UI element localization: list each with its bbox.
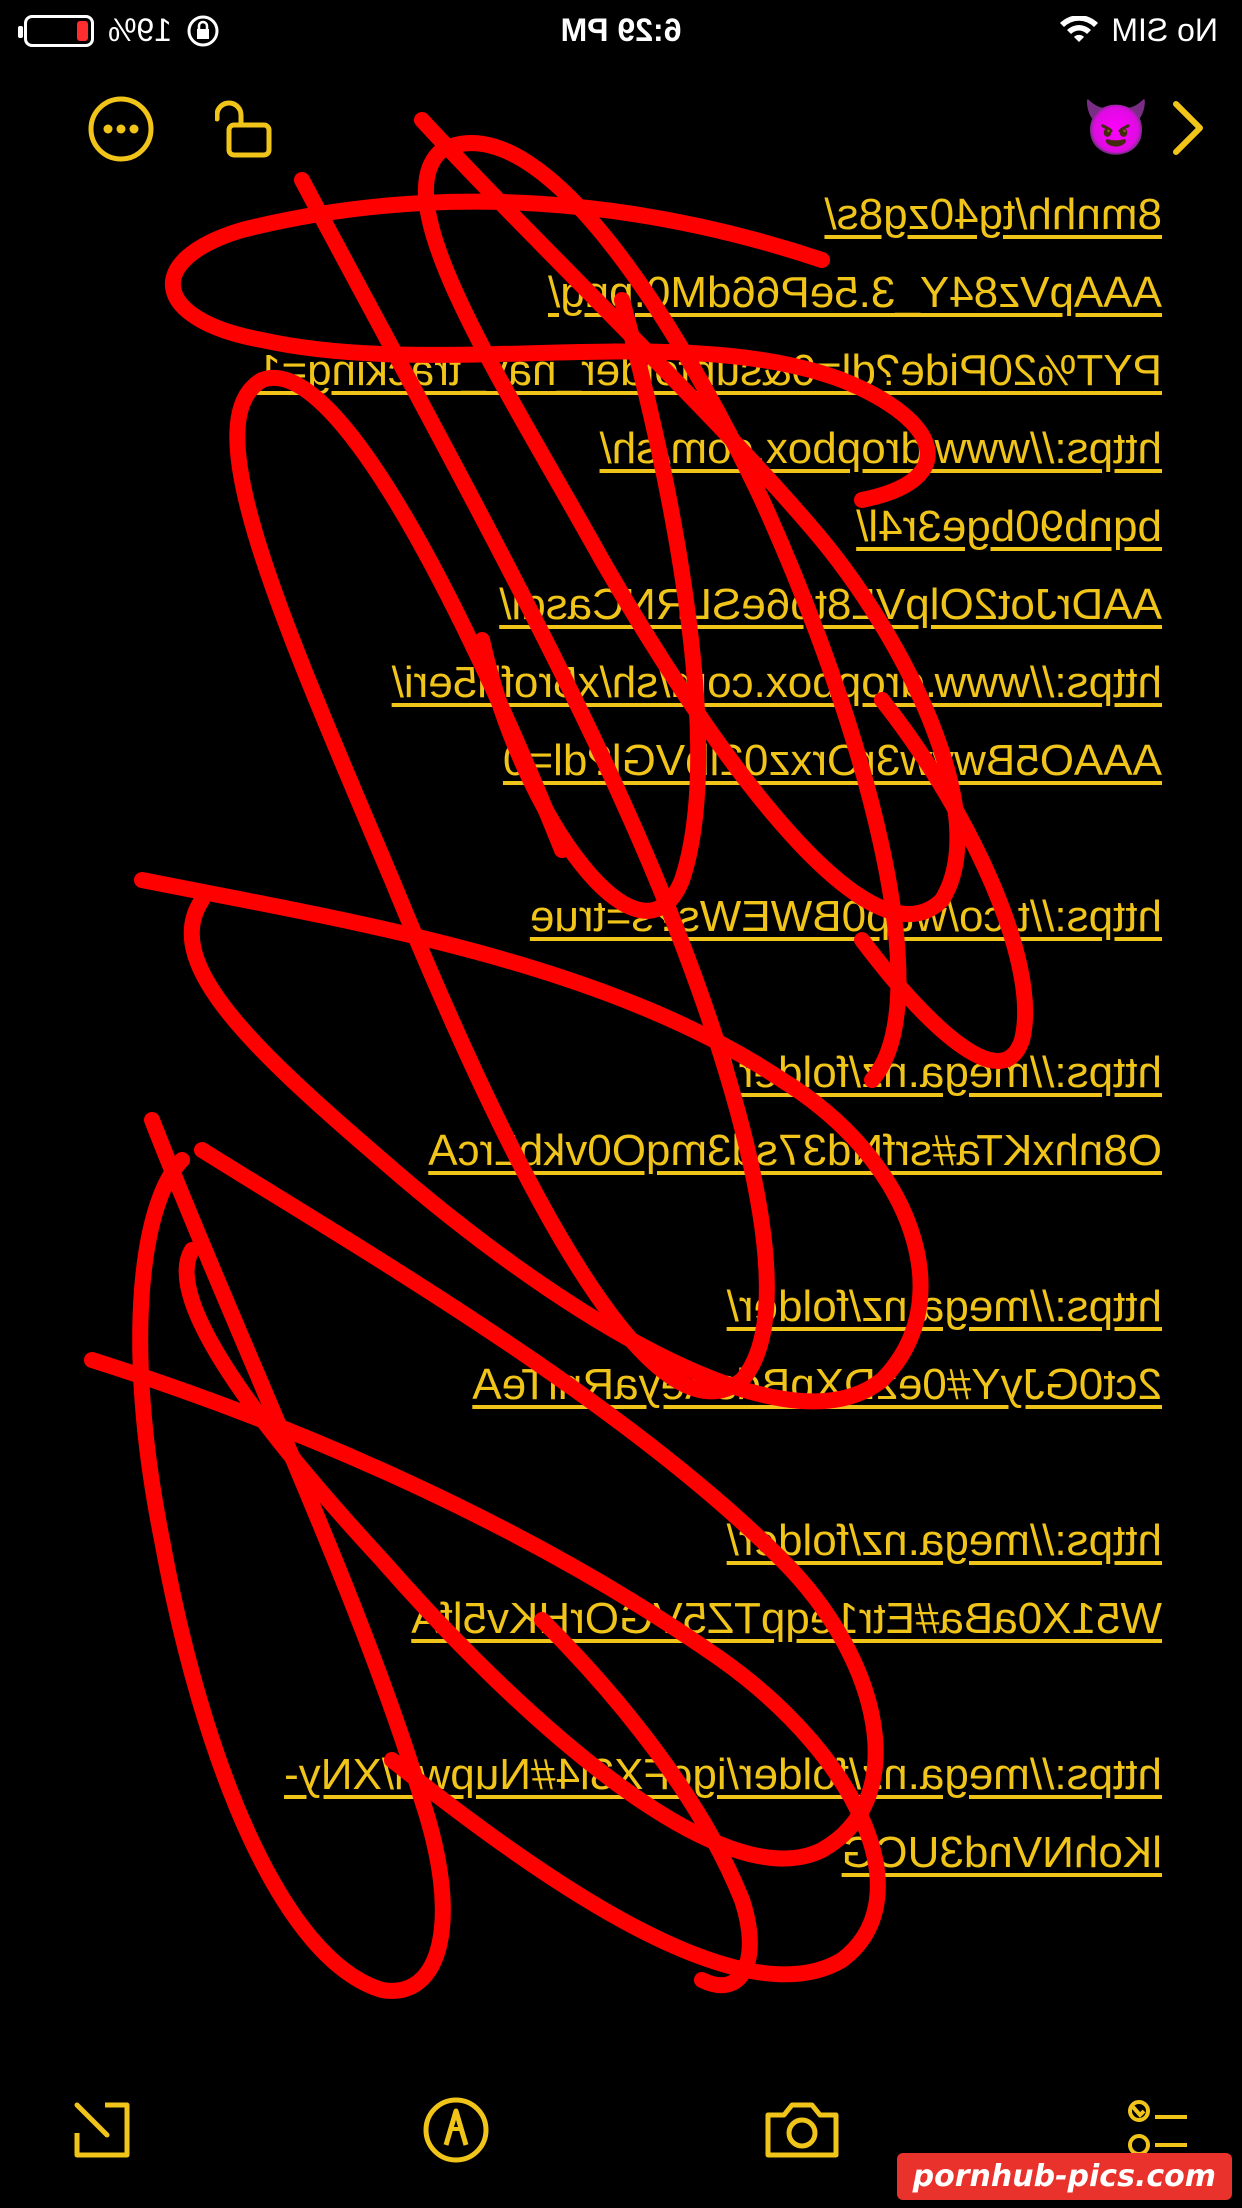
note-link-line[interactable]: lKohNVnd3UCG: [52, 1814, 1162, 1892]
status-bar: No SIM 6:29 PM 19%: [0, 0, 1242, 60]
note-link-text[interactable]: AAAO5Bwvw3rOrxz02lbVGl?dl=0: [503, 736, 1162, 785]
note-link-text[interactable]: https://t.co/wup0BWEWs?s=true: [530, 892, 1162, 941]
emoji-icon: 😈: [1082, 98, 1150, 158]
note-link-line[interactable]: AAApVz84Y_3.5eP66dM0.png/: [52, 254, 1162, 332]
chevron-back-icon[interactable]: [1164, 96, 1212, 160]
note-link-text[interactable]: https://mega.nz/folder/: [727, 1282, 1162, 1331]
note-link-text[interactable]: bqnb90bge3r4l/: [856, 502, 1162, 551]
note-link-line[interactable]: W51X0aBa#Etr1eqpTZ5VGOrHKv5lfA: [52, 1580, 1162, 1658]
note-link-line[interactable]: https://t.co/wup0BWEWs?s=true: [52, 878, 1162, 956]
note-link-line[interactable]: O8nhxKTa#srfNd37sd3mqO0vkbLrcA: [52, 1112, 1162, 1190]
note-link-line[interactable]: 2ct0GJyY#0ezDXpBdsAeyaRnlTeA: [52, 1346, 1162, 1424]
note-link-line[interactable]: https://www.dropbox.com/sh/x5rofh5eri/: [52, 644, 1162, 722]
lock-icon[interactable]: [212, 94, 282, 164]
note-link-line[interactable]: https://mega.nz/folder/: [52, 1970, 1162, 1976]
camera-icon[interactable]: [762, 2090, 842, 2170]
note-link-text[interactable]: 8mnhh/tg40zg8s/: [824, 190, 1162, 239]
note-blank-line: [52, 1892, 1162, 1970]
note-blank-line: [52, 956, 1162, 1034]
note-link-line[interactable]: https://mega.nz/folder/: [52, 1268, 1162, 1346]
more-icon[interactable]: [86, 94, 156, 164]
watermark-label: pornhub-pics.com: [896, 2153, 1232, 2200]
note-link-text[interactable]: AAApVz84Y_3.5eP66dM0.png/: [548, 268, 1162, 317]
note-link-text[interactable]: lKohNVnd3UCG: [842, 1828, 1162, 1877]
note-link-line[interactable]: https://mega.nz/folder/: [52, 1502, 1162, 1580]
note-blank-line: [52, 1424, 1162, 1502]
battery-percent: 19%: [108, 12, 173, 48]
compose-icon[interactable]: [62, 2090, 142, 2170]
note-link-line[interactable]: PYT%20Pide?dl=0&subfolder_nav_tracking=1: [52, 332, 1162, 410]
note-link-text[interactable]: https://www.dropbox.com/sh/: [600, 424, 1162, 473]
note-link-line[interactable]: AADrJot2OlpVL8tp6eSLRNCasdl/: [52, 566, 1162, 644]
note-link-text[interactable]: W51X0aBa#Etr1eqpTZ5VGOrHKv5lfA: [411, 1594, 1162, 1643]
note-link-line[interactable]: https://mega.nz/folder/igcFX3l4#Nupwh/XN…: [52, 1736, 1162, 1814]
note-blank-line: [52, 1658, 1162, 1736]
note-link-text[interactable]: O8nhxKTa#srfNd37sd3mqO0vkbLrcA: [428, 1126, 1162, 1175]
note-link-line[interactable]: https://mega.nz/folder/: [52, 1034, 1162, 1112]
note-link-text[interactable]: https://mega.nz/folder/igcFX3l4#Nupwh/XN…: [284, 1750, 1162, 1799]
note-body[interactable]: 8mnhh/tg40zg8s/AAApVz84Y_3.5eP66dM0.png/…: [52, 176, 1162, 1976]
note-blank-line: [52, 1190, 1162, 1268]
markup-icon[interactable]: [416, 2090, 496, 2170]
orientation-lock-icon: [187, 15, 219, 46]
note-blank-line: [52, 800, 1162, 878]
note-link-line[interactable]: bqnb90bge3r4l/: [52, 488, 1162, 566]
note-link-line[interactable]: 8mnhh/tg40zg8s/: [52, 176, 1162, 254]
note-link-text[interactable]: https://www.dropbox.com/sh/x5rofh5eri/: [392, 658, 1162, 707]
status-right-group: 19%: [24, 12, 220, 49]
mirrored-screenshot: No SIM 6:29 PM 19% 😈 8mnhh/tg40zg8s/ AAA…: [0, 0, 1242, 2208]
note-link-text[interactable]: https://mega.nz/folder/: [727, 1516, 1162, 1565]
note-link-line[interactable]: https://www.dropbox.com/sh/: [52, 410, 1162, 488]
navigation-bar: 😈: [0, 88, 1242, 168]
note-link-line[interactable]: AAAO5Bwvw3rOrxz02lbVGl?dl=0: [52, 722, 1162, 800]
note-link-text[interactable]: PYT%20Pide?dl=0&subfolder_nav_tracking=1: [257, 346, 1162, 395]
note-link-text[interactable]: https://mega.nz/folder/: [727, 1048, 1162, 1097]
battery-level-fill: [76, 20, 88, 41]
note-link-text[interactable]: 2ct0GJyY#0ezDXpBdsAeyaRnlTeA: [472, 1360, 1162, 1409]
note-link-text[interactable]: AADrJot2OlpVL8tp6eSLRNCasdl/: [499, 580, 1162, 629]
battery-icon: [24, 14, 94, 47]
